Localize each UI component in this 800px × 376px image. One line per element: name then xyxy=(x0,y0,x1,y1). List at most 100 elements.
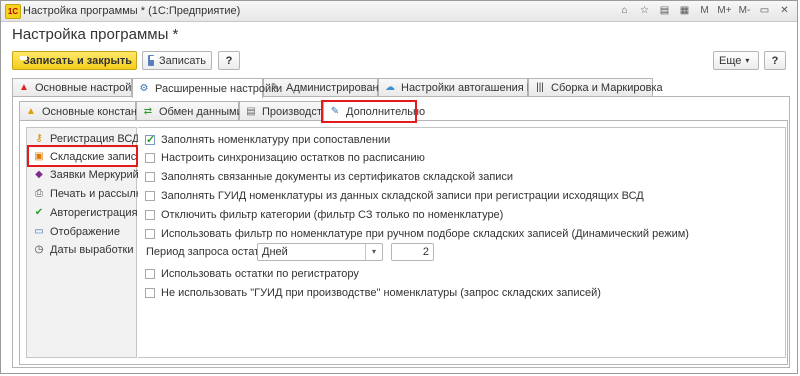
option-label: Заполнять ГУИД номенклатуры из данных ск… xyxy=(161,190,644,202)
chevron-down-icon: ▾ xyxy=(745,56,750,65)
option-no-guid-production[interactable]: Не использовать "ГУИД при производстве" … xyxy=(145,285,601,301)
help-button[interactable]: ? xyxy=(218,51,240,70)
option-use-nomenclature-filter[interactable]: Использовать фильтр по номенклатуре при … xyxy=(145,226,689,242)
close-icon[interactable]: ✕ xyxy=(776,3,793,18)
save-and-close-button[interactable]: Записать и закрыть xyxy=(12,51,137,70)
checkbox[interactable] xyxy=(145,133,155,146)
tab-label: Дополнительно xyxy=(346,105,426,118)
memory-minus-icon[interactable]: M- xyxy=(736,3,753,18)
printer-icon: ⎙ xyxy=(35,188,43,199)
option-label: Использовать фильтр по номенклатуре при … xyxy=(161,228,689,240)
app-window: 1С Настройка программы * (1С:Предприятие… xyxy=(0,0,798,374)
side-nav-item-autoregistration[interactable]: ✔ Авторегистрация xyxy=(27,204,138,222)
document-icon: ▤ xyxy=(246,105,256,117)
side-nav-label: Даты выработки xyxy=(50,244,134,256)
cloud-icon: ☁ xyxy=(385,82,395,93)
tools-icon: ✎ xyxy=(330,105,340,117)
option-fill-related-docs[interactable]: Заполнять связанные документы из сертифи… xyxy=(145,169,513,185)
period-unit-value: Дней xyxy=(262,246,288,258)
side-nav-label: Регистрация ВСД xyxy=(50,133,140,145)
option-label: Заполнять номенклатуру при сопоставлении xyxy=(161,134,391,146)
option-label: Использовать остатки по регистратору xyxy=(161,268,359,280)
clock-icon: ◷ xyxy=(34,244,44,255)
tab-additional[interactable]: ✎ Дополнительно xyxy=(323,101,425,121)
option-sync-schedule[interactable]: Настроить синхронизацию остатков по расп… xyxy=(145,150,425,166)
key-icon: ⚷ xyxy=(35,133,43,144)
help-button-secondary[interactable]: ? xyxy=(764,51,786,70)
checkbox[interactable] xyxy=(145,288,155,298)
option-fill-nomenclature[interactable]: Заполнять номенклатуру при сопоставлении xyxy=(145,132,390,148)
side-nav-label: Складские записи xyxy=(50,151,143,163)
period-value-input[interactable]: 2 xyxy=(391,243,434,261)
warning-icon: ▲ xyxy=(19,82,29,93)
tab-main-constants[interactable]: ▲ Основные константы xyxy=(19,101,150,121)
tab-label: Администрирование xyxy=(286,82,391,94)
gear-icon: ⚙ xyxy=(139,82,149,94)
tab-main-settings[interactable]: ▲ Основные настройки xyxy=(12,78,142,97)
tab-label: Основные настройки xyxy=(35,82,143,94)
side-nav-label: Отображение xyxy=(50,226,120,238)
more-button[interactable]: Еще ▾ xyxy=(713,51,759,70)
checkbox[interactable] xyxy=(145,229,155,239)
boxes-icon: ▣ xyxy=(34,151,44,162)
tab-assembly-marking[interactable]: ||| Сборка и Маркировка xyxy=(528,78,663,97)
side-nav-label: Заявки Меркурий xyxy=(50,169,139,181)
period-unit-select[interactable]: Дней ▾ xyxy=(257,243,383,261)
side-nav-item-print-mailing[interactable]: ⎙ Печать и рассылка xyxy=(27,185,147,203)
calendar-icon[interactable]: ▦ xyxy=(676,3,693,18)
tab-label: Настройки автогашения ВСД xyxy=(401,82,549,94)
check-badge-icon: ✔ xyxy=(34,207,44,218)
save-icon xyxy=(148,55,157,66)
side-nav-item-display[interactable]: ▭ Отображение xyxy=(27,223,136,241)
title-bar-icons: ⌂ ☆ ▤ ▦ M M+ M- ▭ ✕ xyxy=(616,3,793,19)
checkbox[interactable] xyxy=(145,153,155,163)
checkbox[interactable] xyxy=(145,210,155,220)
side-nav-label: Печать и рассылка xyxy=(50,188,148,200)
page-title: Настройка программы * xyxy=(12,26,179,43)
option-label: Заполнять связанные документы из сертифи… xyxy=(161,171,514,183)
top-tabs: ▲ Основные настройки ⚙ Расширенные настр… xyxy=(12,78,790,98)
save-button[interactable]: Записать xyxy=(142,51,212,70)
barcode-icon: ||| xyxy=(536,82,544,93)
app-logo-icon: 1С xyxy=(5,4,21,19)
tab-extended-settings[interactable]: ⚙ Расширенные настройки xyxy=(132,78,282,98)
option-label: Отключить фильтр категории (фильтр СЗ то… xyxy=(161,209,504,221)
memory-plus-icon[interactable]: M+ xyxy=(716,3,733,18)
option-label: Не использовать "ГУИД при производстве" … xyxy=(161,287,601,299)
tab-vsd-autoclose[interactable]: ☁ Настройки автогашения ВСД xyxy=(378,78,549,97)
option-use-registrar-balances[interactable]: Использовать остатки по регистратору xyxy=(145,266,359,282)
side-nav-item-stock-records[interactable]: ▣ Складские записи xyxy=(27,148,142,166)
title-bar: 1С Настройка программы * (1С:Предприятие… xyxy=(1,1,797,22)
save-label: Записать xyxy=(158,54,206,67)
tab-label: Обмен данными xyxy=(159,105,243,118)
toolbar: Записать и закрыть Записать ? Еще ▾ ? xyxy=(12,51,787,72)
checkbox[interactable] xyxy=(145,191,155,201)
option-label: Настроить синхронизацию остатков по расп… xyxy=(161,152,425,164)
chevron-down-icon[interactable]: ▾ xyxy=(365,244,382,260)
maximize-icon[interactable]: ▭ xyxy=(756,3,773,18)
home-icon[interactable]: ⌂ xyxy=(616,3,633,18)
tab-label: Расширенные настройки xyxy=(155,82,283,95)
cube-icon: ◆ xyxy=(35,169,43,180)
checkbox[interactable] xyxy=(145,269,155,279)
side-nav-label: Авторегистрация xyxy=(50,207,138,219)
document-icon[interactable]: ▤ xyxy=(656,3,673,18)
checkbox[interactable] xyxy=(145,172,155,182)
side-nav: ⚷ Регистрация ВСД ▣ Складские записи ◆ З… xyxy=(26,127,147,358)
monitor-icon: ▭ xyxy=(34,226,44,237)
tab-production[interactable]: ▤ Производство xyxy=(239,101,334,121)
side-nav-item-vsd-registration[interactable]: ⚷ Регистрация ВСД xyxy=(27,130,140,148)
option-disable-category-filter[interactable]: Отключить фильтр категории (фильтр СЗ то… xyxy=(145,207,503,223)
memory-store-icon[interactable]: M xyxy=(696,3,713,18)
star-icon[interactable]: ☆ xyxy=(636,3,653,18)
warning-icon: ▲ xyxy=(26,105,36,117)
side-nav-item-mercury-requests[interactable]: ◆ Заявки Меркурий xyxy=(27,166,139,184)
more-label: Еще xyxy=(719,54,742,67)
save-and-close-label: Записать и закрыть xyxy=(23,54,133,67)
window-title: Настройка программы * (1С:Предприятие) xyxy=(23,5,241,17)
tab-data-exchange[interactable]: ⇄ Обмен данными xyxy=(136,101,243,121)
sync-icon: ⇄ xyxy=(143,105,153,117)
side-nav-item-production-dates[interactable]: ◷ Даты выработки xyxy=(27,241,136,259)
option-fill-guid[interactable]: Заполнять ГУИД номенклатуры из данных ск… xyxy=(145,188,644,204)
tab-label: Основные константы xyxy=(42,105,150,118)
